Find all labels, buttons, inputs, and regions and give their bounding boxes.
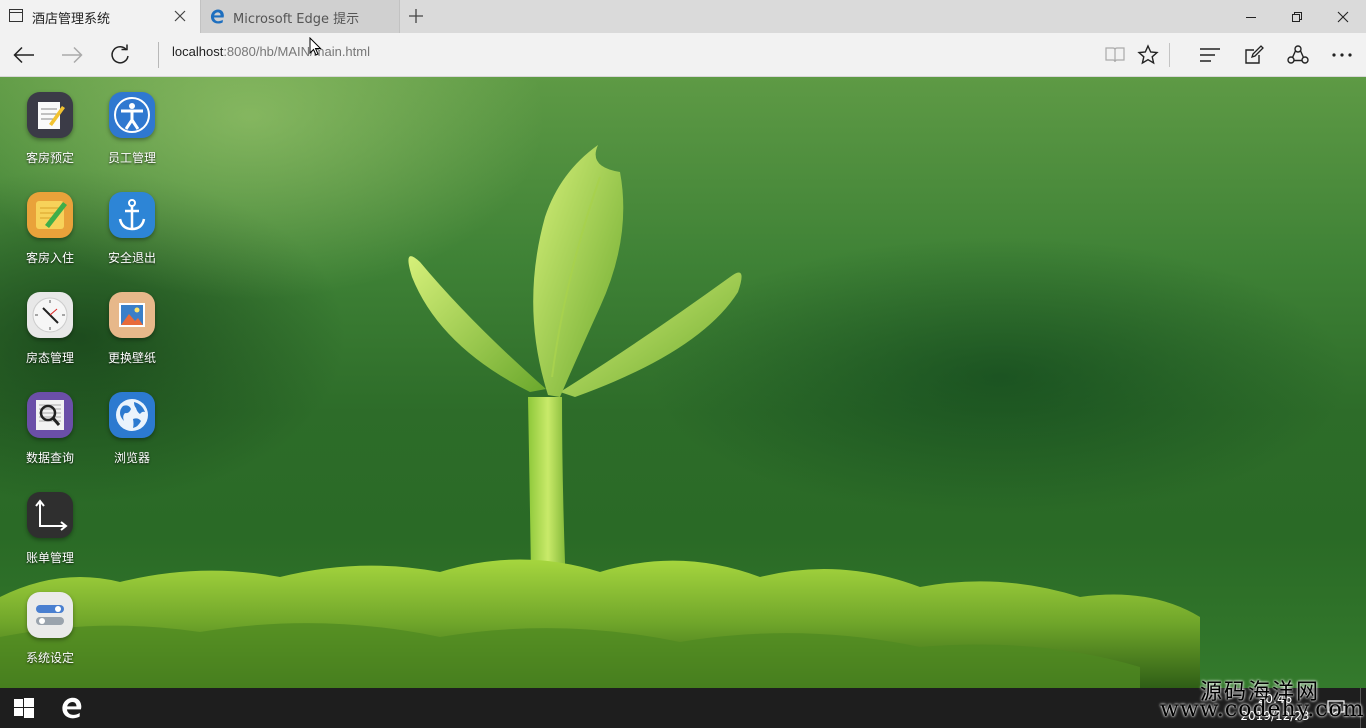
watermark-line2: www.codehy.com	[1160, 697, 1365, 722]
icon-label: 数据查询	[25, 451, 74, 465]
windows-logo-icon	[14, 698, 34, 718]
refresh-button[interactable]	[98, 33, 142, 76]
web-note-button[interactable]	[1234, 33, 1274, 76]
minimize-button[interactable]	[1228, 0, 1274, 33]
restore-button[interactable]	[1274, 0, 1320, 33]
share-button[interactable]	[1278, 33, 1318, 76]
tab-label: Microsoft Edge 提示	[233, 12, 360, 27]
axis-icon	[27, 492, 73, 538]
pencil-note-icon	[27, 192, 73, 238]
taskbar-ie-button[interactable]	[48, 688, 96, 728]
icon-label: 客房预定	[25, 151, 74, 165]
icon-label: 员工管理	[107, 151, 156, 165]
icon-label: 客房入住	[25, 251, 74, 265]
desktop-icon-system-settings[interactable]: 系统设定	[9, 577, 91, 677]
globe-icon	[109, 392, 155, 438]
site-watermark: 源码海洋网 www.codehy.com	[1160, 672, 1366, 728]
favorites-star-button[interactable]	[1128, 33, 1168, 76]
hub-button[interactable]	[1190, 33, 1230, 76]
icon-label: 浏览器	[113, 451, 150, 465]
icon-label: 房态管理	[25, 351, 74, 365]
tab-hotel-system[interactable]: 酒店管理系统	[0, 0, 200, 33]
person-icon	[109, 92, 155, 138]
address-bar: localhost:8080/hb/MAIN/main.html	[0, 33, 1366, 77]
icon-label: 更换壁纸	[107, 351, 156, 365]
desktop-icon-check-in[interactable]: 客房入住	[9, 177, 91, 277]
icon-label: 账单管理	[25, 551, 74, 565]
sprout-wallpaper-image	[0, 145, 1200, 688]
clock-icon	[27, 292, 73, 338]
tab-edge-tips[interactable]: Microsoft Edge 提示	[200, 0, 400, 33]
close-tab-icon[interactable]	[173, 9, 187, 27]
tab-label: 酒店管理系统	[32, 12, 111, 27]
desktop-icon-data-query[interactable]: 数据查询	[9, 377, 91, 477]
start-button[interactable]	[0, 688, 48, 728]
notepad-icon	[27, 92, 73, 138]
desktop-icon-bill-management[interactable]: 账单管理	[9, 477, 91, 577]
desktop-icon-browser[interactable]: 浏览器	[91, 377, 173, 477]
url-path: :8080/hb/MAIN/main.html	[223, 44, 370, 59]
url-field[interactable]: localhost:8080/hb/MAIN/main.html	[172, 44, 370, 59]
edge-icon	[210, 9, 225, 28]
forward-button[interactable]	[50, 33, 94, 76]
tab-bar: 酒店管理系统 Microsoft Edge 提示	[0, 0, 1366, 33]
close-window-button[interactable]	[1320, 0, 1366, 33]
desktop-icon-change-wallpaper[interactable]: 更换壁纸	[91, 277, 173, 377]
magnifier-icon	[27, 392, 73, 438]
new-tab-icon[interactable]	[408, 8, 424, 28]
desktop-icon-safe-exit[interactable]: 安全退出	[91, 177, 173, 277]
desktop-icon-staff-management[interactable]: 员工管理	[91, 77, 173, 177]
back-button[interactable]	[2, 33, 46, 76]
url-host: localhost	[172, 44, 224, 59]
toolbar-separator	[1169, 43, 1170, 67]
page-icon	[9, 9, 23, 26]
desktop-wallpaper: 客房预定 员工管理 客房入住 安全退出 房态管理 更换壁纸 数据查询 浏览器 账…	[0, 77, 1366, 688]
icon-label: 安全退出	[107, 251, 156, 265]
toggle-settings-icon	[27, 592, 73, 638]
mouse-cursor-icon	[309, 37, 322, 56]
icon-label: 系统设定	[25, 651, 74, 665]
address-separator	[158, 42, 159, 68]
ie-icon	[62, 697, 82, 719]
more-options-button[interactable]	[1322, 33, 1362, 76]
desktop-icon-room-status[interactable]: 房态管理	[9, 277, 91, 377]
desktop-icon-room-booking[interactable]: 客房预定	[9, 77, 91, 177]
anchor-icon	[109, 192, 155, 238]
picture-icon	[109, 292, 155, 338]
